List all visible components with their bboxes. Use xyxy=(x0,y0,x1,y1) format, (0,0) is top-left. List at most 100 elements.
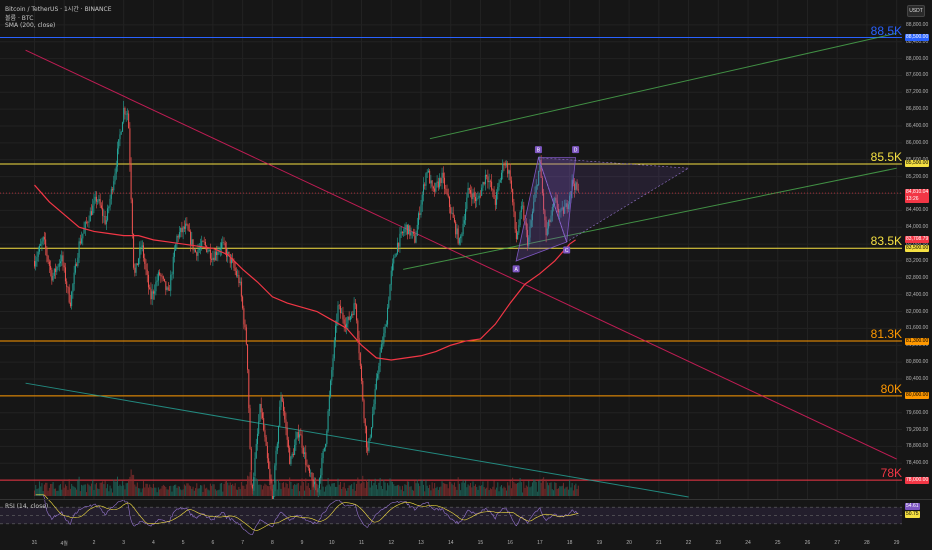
volume-bar xyxy=(377,489,379,496)
volume-bar xyxy=(472,481,474,496)
volume-bar xyxy=(427,488,429,496)
volume-bar xyxy=(74,487,76,496)
candle-body xyxy=(415,235,417,243)
time-tick: 7 xyxy=(241,540,244,546)
volume-bar xyxy=(105,488,107,496)
candle-body xyxy=(254,458,256,478)
volume-label[interactable]: 볼륨 · BTC xyxy=(5,13,33,22)
volume-bar xyxy=(172,485,174,496)
volume-bar xyxy=(214,489,216,496)
price-chart[interactable]: ABCD xyxy=(0,0,932,550)
candle-body xyxy=(275,450,277,466)
candle-body xyxy=(349,316,351,320)
volume-bar xyxy=(224,481,226,496)
candle-body xyxy=(400,231,402,234)
volume-bar xyxy=(169,486,171,496)
volume-bar xyxy=(332,483,334,496)
candle-body xyxy=(161,276,163,277)
candle-body xyxy=(404,228,406,233)
candle-body xyxy=(265,437,267,446)
volume-bar xyxy=(336,486,338,496)
volume-bar xyxy=(337,478,339,496)
volume-bar xyxy=(247,475,249,496)
volume-bar xyxy=(125,483,127,496)
volume-bar xyxy=(249,472,251,496)
volume-bar xyxy=(133,474,135,496)
candle-body xyxy=(437,181,439,188)
candle-body xyxy=(302,447,304,454)
currency-button[interactable]: USDT xyxy=(907,5,925,17)
volume-bar xyxy=(460,490,462,496)
candle-body xyxy=(279,406,281,426)
candle-body xyxy=(488,180,490,183)
volume-bar xyxy=(575,483,577,496)
volume-bar xyxy=(193,490,195,496)
candle-body xyxy=(434,188,436,192)
candle-body xyxy=(76,264,78,266)
volume-bar xyxy=(470,482,472,496)
volume-bar xyxy=(471,487,473,496)
candle-body xyxy=(182,226,184,233)
sma-label[interactable]: SMA (200, close) xyxy=(5,22,55,29)
candle-body xyxy=(335,325,337,341)
candle-body xyxy=(86,222,88,223)
countdown-value: 13:26 xyxy=(906,196,919,203)
symbol-title[interactable]: Bitcoin / TetherUS · 1시간 · BINANCE xyxy=(5,4,112,13)
candle-body xyxy=(455,221,457,235)
candle-body xyxy=(379,352,381,366)
volume-bar xyxy=(254,475,256,496)
volume-bar xyxy=(47,490,49,496)
volume-bar xyxy=(323,491,325,496)
candle-body xyxy=(89,211,91,222)
candle-body xyxy=(183,226,185,229)
candle-body xyxy=(145,263,147,270)
volume-bar xyxy=(164,485,166,496)
candle-body xyxy=(125,114,127,115)
volume-bar xyxy=(348,485,350,496)
volume-bar xyxy=(444,483,446,496)
volume-bar xyxy=(100,482,102,496)
volume-bar xyxy=(219,483,221,496)
candle-body xyxy=(116,148,118,167)
level-price-tag: 83,500.00 xyxy=(905,244,930,252)
volume-bar xyxy=(550,482,552,496)
volume-bar xyxy=(56,490,58,496)
volume-bar xyxy=(354,490,356,496)
volume-bar xyxy=(45,482,47,496)
candle-body xyxy=(195,249,197,253)
sma-200-line xyxy=(34,184,576,361)
volume-bar xyxy=(152,483,154,496)
price-tick: 79,200.00 xyxy=(906,426,929,433)
candle-body xyxy=(160,274,162,277)
sma-price-tag: 83,708.79 xyxy=(905,235,930,243)
candle-body xyxy=(87,222,89,223)
price-tick: 84,400.00 xyxy=(906,207,929,214)
candle-body xyxy=(213,257,215,261)
candle-body xyxy=(457,228,459,244)
candle-body xyxy=(157,272,159,281)
volume-bar xyxy=(398,484,400,496)
volume-bar xyxy=(162,484,164,496)
volume-bar xyxy=(265,484,267,496)
volume-bar xyxy=(514,483,516,496)
candle-body xyxy=(229,254,231,264)
price-tick: 86,400.00 xyxy=(906,123,929,130)
volume-bar xyxy=(440,486,442,496)
rsi-label[interactable]: RSI (14, close) xyxy=(5,503,48,510)
volume-bar xyxy=(139,488,141,496)
candle-body xyxy=(173,250,175,257)
candle-body xyxy=(399,233,401,247)
candle-body xyxy=(515,229,517,240)
volume-bar xyxy=(233,485,235,496)
time-tick: 21 xyxy=(656,540,662,546)
candle-body xyxy=(448,196,450,208)
volume-bar xyxy=(574,485,576,496)
volume-bar xyxy=(108,491,110,496)
candle-body xyxy=(520,206,522,213)
volume-bar xyxy=(199,485,201,496)
volume-bar xyxy=(82,485,84,496)
volume-bar xyxy=(431,482,433,496)
volume-bar xyxy=(66,486,68,496)
candle-body xyxy=(498,182,500,187)
candle-body xyxy=(212,257,214,260)
